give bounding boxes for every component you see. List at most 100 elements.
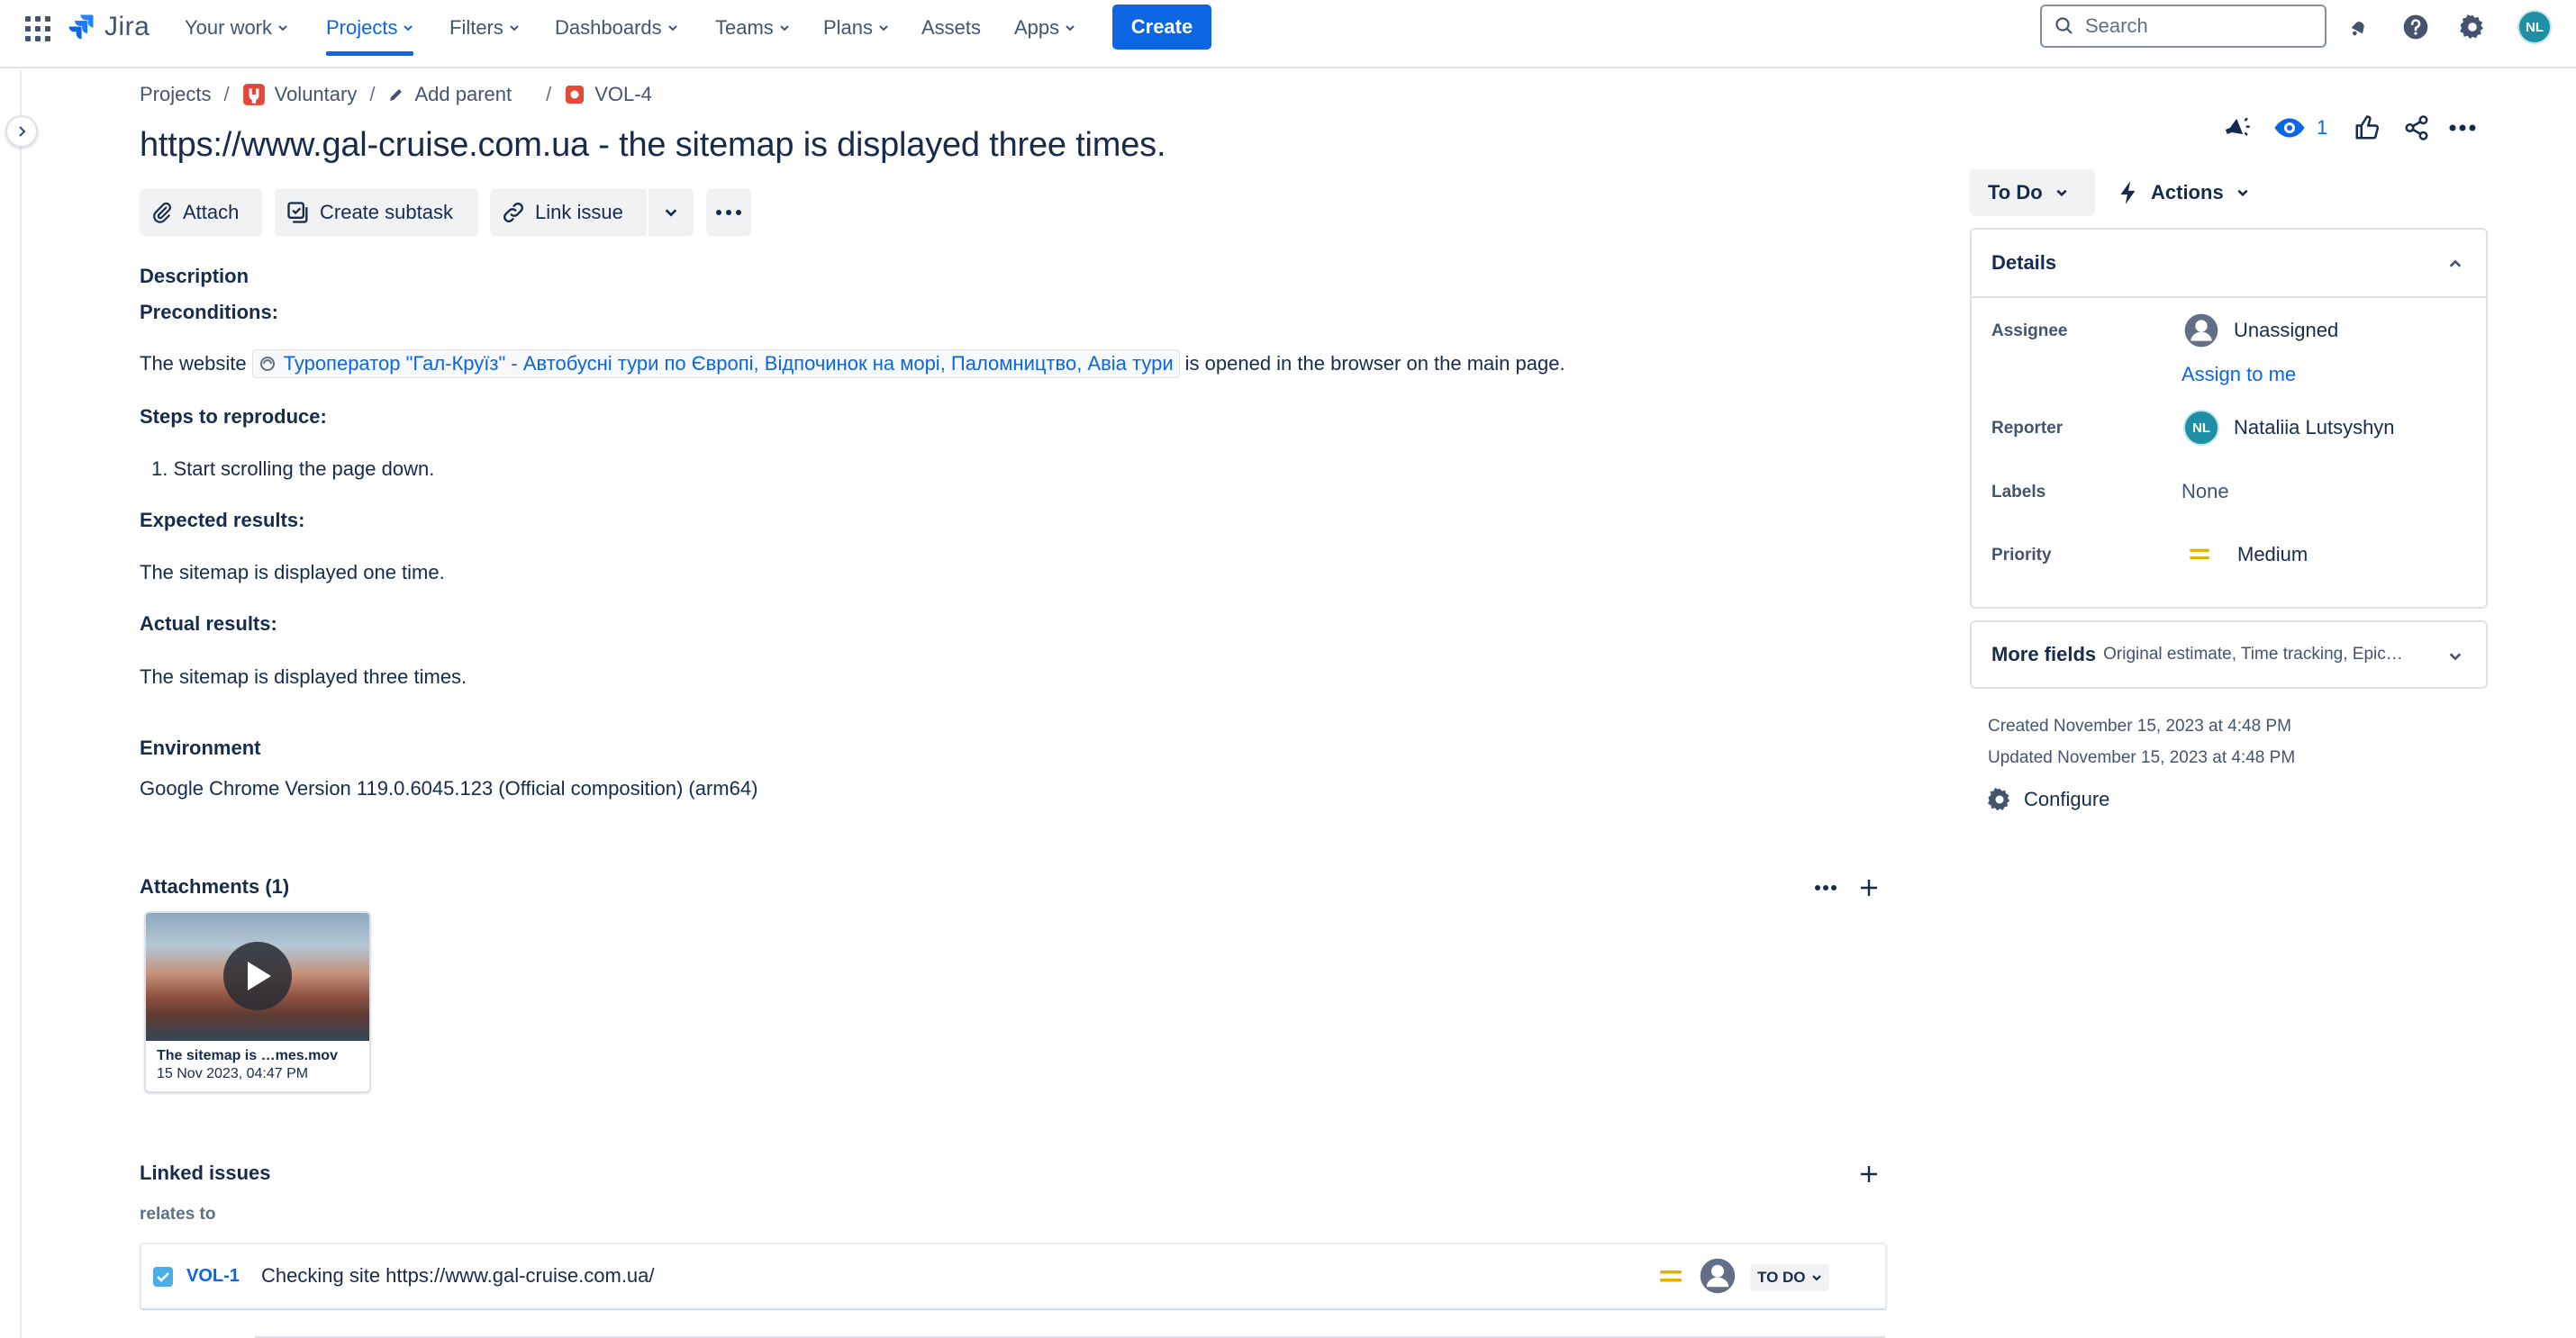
issue-title[interactable]: https://www.gal-cruise.com.ua - the site…	[140, 126, 1166, 165]
priority-label: Priority	[1991, 546, 2052, 565]
priority-medium-icon	[1659, 1267, 1683, 1291]
attach-label: Attach	[183, 201, 240, 223]
details-panel: Details Assignee Unassigned Assign to me…	[1970, 228, 2488, 609]
share-icon[interactable]	[2399, 110, 2435, 146]
attachments-heading: Attachments (1)	[140, 875, 290, 898]
gear-icon	[1988, 788, 2010, 811]
website-smart-link[interactable]: Туроператор "Гал-Круїз" - Автобусні тури…	[251, 349, 1180, 378]
breadcrumb-add-parent[interactable]: Add parent	[414, 83, 512, 106]
details-header[interactable]: Details	[1972, 230, 2486, 298]
add-linked-issue-icon[interactable]	[1854, 1160, 1884, 1189]
video-thumbnail	[146, 913, 369, 1041]
nav-label: Apps	[1014, 16, 1060, 39]
attach-button[interactable]: Attach	[140, 189, 262, 236]
nav-apps[interactable]: Apps	[1014, 13, 1075, 43]
breadcrumb-project[interactable]: Voluntary	[275, 83, 358, 106]
breadcrumb-projects[interactable]: Projects	[140, 83, 211, 106]
link-issue-button[interactable]: Link issue	[490, 189, 647, 236]
feedback-icon[interactable]	[2218, 110, 2254, 146]
notifications-icon[interactable]	[2341, 9, 2377, 45]
chevron-right-icon	[19, 126, 26, 137]
nav-dashboards[interactable]: Dashboards	[555, 13, 678, 43]
status-label: To Do	[1988, 181, 2043, 203]
linked-status-dropdown[interactable]: TO DO	[1750, 1264, 1829, 1291]
reporter-initials: NL	[2192, 420, 2210, 436]
updated-date: Updated November 15, 2023 at 4:48 PM	[1988, 748, 2296, 767]
jira-logo-icon	[68, 14, 94, 40]
attachments-more-icon[interactable]	[1810, 873, 1841, 902]
steps-heading: Steps to reproduce:	[140, 405, 327, 428]
assign-to-me-link[interactable]: Assign to me	[2181, 363, 2296, 386]
top-navigation: Jira Your work Projects Filters Dashboar…	[0, 0, 2576, 68]
pencil-icon	[387, 86, 405, 104]
attachment-card[interactable]: The sitemap is …mes.mov 15 Nov 2023, 04:…	[144, 911, 371, 1093]
subtask-icon	[287, 202, 308, 223]
search-input[interactable]: Search	[2040, 5, 2327, 48]
status-dropdown[interactable]: To Do	[1970, 169, 2095, 216]
breadcrumb-issue-key[interactable]: VOL-4	[594, 83, 652, 106]
nav-label: Plans	[823, 16, 874, 39]
link-icon	[503, 203, 523, 222]
linked-issue-key[interactable]: VOL-1	[186, 1266, 240, 1287]
user-avatar[interactable]: NL	[2517, 9, 2553, 45]
chevron-down-icon	[278, 25, 287, 32]
nav-assets[interactable]: Assets	[921, 13, 981, 43]
bug-icon	[564, 84, 585, 105]
nav-filters[interactable]: Filters	[449, 13, 520, 43]
nav-label: Filters	[449, 16, 503, 39]
watch-button[interactable]: 1	[2273, 110, 2327, 146]
reporter-value[interactable]: NL Nataliia Lutsyshyn	[2183, 410, 2395, 446]
labels-value[interactable]: None	[2181, 480, 2229, 503]
chevron-down-icon	[879, 25, 888, 32]
chevron-down-icon	[1811, 1275, 1821, 1281]
nav-your-work[interactable]: Your work	[185, 13, 288, 43]
create-subtask-button[interactable]: Create subtask	[275, 189, 478, 236]
assignee-name: Unassigned	[2234, 319, 2339, 341]
priority-name: Medium	[2237, 543, 2308, 565]
chevron-down-icon	[2237, 189, 2248, 197]
app-switcher-icon[interactable]	[23, 14, 50, 41]
help-icon[interactable]	[2398, 9, 2434, 45]
labels-label: Labels	[1991, 483, 2046, 502]
priority-value[interactable]: Medium	[2183, 543, 2308, 566]
created-date: Created November 15, 2023 at 4:48 PM	[1988, 717, 2291, 736]
preconditions-text: The website Туроператор "Гал-Круїз" - Ав…	[140, 349, 1565, 378]
nav-label: Projects	[326, 16, 398, 39]
linked-issue-summary[interactable]: Checking site https://www.gal-cruise.com…	[261, 1264, 655, 1288]
expected-text: The sitemap is displayed one time.	[140, 561, 445, 583]
link-issue-dropdown-button[interactable]	[649, 189, 694, 236]
linked-status-label: TO DO	[1757, 1269, 1806, 1286]
add-attachment-icon[interactable]	[1854, 873, 1884, 902]
like-icon[interactable]	[2349, 110, 2385, 146]
nav-teams[interactable]: Teams	[715, 13, 790, 43]
preconditions-heading: Preconditions:	[140, 301, 279, 323]
priority-medium-icon	[2190, 548, 2209, 559]
linked-issue-row[interactable]: VOL-1 Checking site https://www.gal-crui…	[140, 1243, 1887, 1309]
task-icon	[152, 1266, 174, 1292]
assignee-avatar-icon[interactable]	[1699, 1257, 1737, 1299]
reporter-avatar: NL	[2183, 410, 2219, 446]
environment-value[interactable]: Google Chrome Version 119.0.6045.123 (Of…	[140, 777, 757, 800]
jira-logo[interactable]: Jira	[65, 9, 150, 45]
description-heading: Description	[140, 265, 249, 287]
settings-gear-icon[interactable]	[2454, 9, 2490, 45]
nav-plans[interactable]: Plans	[823, 13, 889, 43]
chevron-down-icon	[404, 25, 413, 32]
more-fields-panel[interactable]: More fields Original estimate, Time trac…	[1970, 620, 2488, 689]
expand-sidebar-button[interactable]	[5, 115, 38, 148]
create-button[interactable]: Create	[1112, 5, 1211, 50]
more-fields-hint: Original estimate, Time tracking, Epic…	[2103, 645, 2403, 664]
more-actions-icon[interactable]	[2444, 110, 2481, 146]
watcher-count: 1	[2317, 116, 2328, 139]
assignee-value[interactable]: Unassigned	[2183, 312, 2338, 348]
actions-label: Actions	[2151, 181, 2224, 203]
actions-dropdown[interactable]: Actions	[2117, 169, 2249, 216]
create-subtask-label: Create subtask	[320, 201, 453, 223]
chevron-down-icon	[780, 25, 789, 32]
play-icon[interactable]	[223, 942, 292, 1010]
more-fields-label: More fields	[1991, 643, 2097, 665]
more-toolbar-button[interactable]	[706, 189, 751, 236]
sidebar-collapsed	[0, 70, 22, 1338]
configure-button[interactable]: Configure	[1986, 783, 2109, 816]
nav-projects[interactable]: Projects	[326, 13, 414, 56]
